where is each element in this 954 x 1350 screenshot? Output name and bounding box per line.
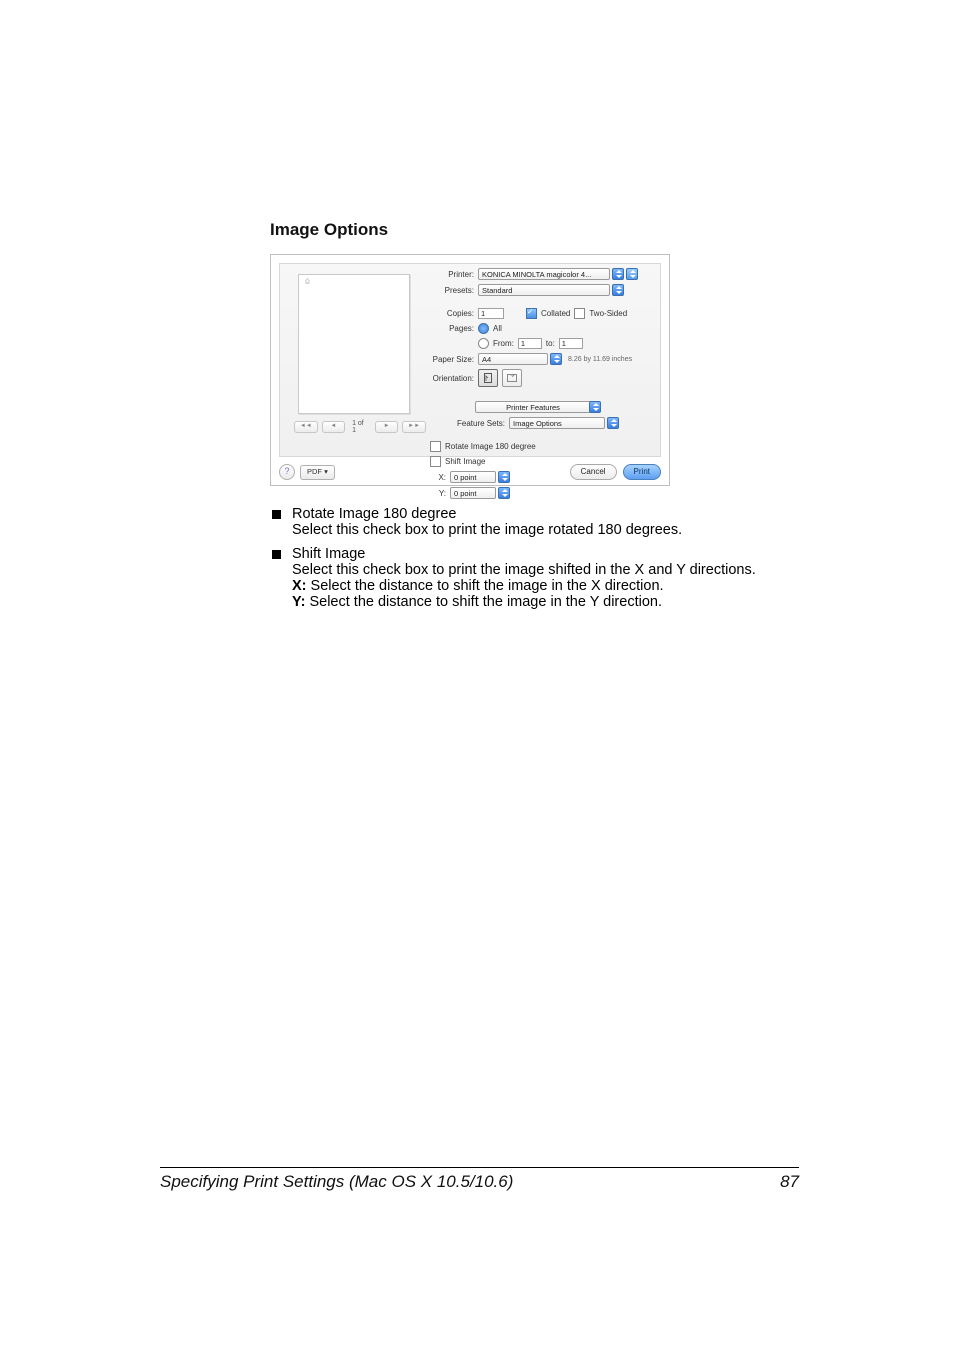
- last-page-button[interactable]: ►►: [402, 421, 426, 433]
- print-dialog: ⎙ ◄◄ ◄ 1 of 1 ► ►► Printer: KONICA MINOL…: [270, 254, 670, 486]
- next-page-button[interactable]: ►: [375, 421, 399, 433]
- x-bold: X:: [292, 578, 307, 594]
- rotate-checkbox[interactable]: [430, 441, 441, 452]
- y-bold: Y:: [292, 594, 305, 610]
- chevron-updown-icon[interactable]: [612, 268, 624, 280]
- print-button[interactable]: Print: [623, 464, 661, 480]
- chevron-updown-icon[interactable]: [550, 353, 562, 365]
- rotate-item-title: Rotate Image 180 degree: [292, 506, 456, 522]
- page-count-label: 1 of 1: [349, 420, 371, 434]
- paper-size-label: Paper Size:: [422, 355, 474, 364]
- feature-sets-select[interactable]: Image Options: [509, 417, 605, 429]
- pages-to-field[interactable]: 1: [559, 338, 583, 349]
- two-sided-checkbox[interactable]: [574, 308, 585, 319]
- chevron-updown-icon[interactable]: [498, 487, 510, 499]
- y-select[interactable]: 0 point: [450, 487, 496, 499]
- y-label: Y:: [436, 489, 446, 498]
- chevron-updown-icon[interactable]: [589, 401, 601, 413]
- rotate-item-desc: Select this check box to print the image…: [292, 522, 682, 538]
- settings-pane: Printer: KONICA MINOLTA magicolor 4... P…: [422, 264, 660, 456]
- collated-checkbox[interactable]: [526, 308, 537, 319]
- shift-item-desc: Select this check box to print the image…: [292, 562, 756, 578]
- dialog-footer: ? PDF ▾ Cancel Print: [279, 464, 661, 480]
- paper-size-dims: 8.26 by 11.69 inches: [568, 356, 632, 363]
- collated-label: Collated: [541, 309, 570, 318]
- printer-label: Printer:: [422, 270, 474, 279]
- panel-select[interactable]: Printer Features: [475, 401, 591, 413]
- orientation-landscape-button[interactable]: [502, 369, 522, 387]
- shift-x-desc: Select the distance to shift the image i…: [311, 578, 664, 594]
- paper-size-select[interactable]: A4: [478, 353, 548, 365]
- pages-label: Pages:: [422, 324, 474, 333]
- page-footer: Specifying Print Settings (Mac OS X 10.5…: [160, 1167, 799, 1192]
- pdf-button[interactable]: PDF ▾: [300, 465, 335, 480]
- pages-to-label: to:: [546, 339, 555, 348]
- printer-status-icon[interactable]: [626, 268, 638, 280]
- presets-select[interactable]: Standard: [478, 284, 610, 296]
- shift-y-desc: Select the distance to shift the image i…: [309, 594, 662, 610]
- pages-all-label: All: [493, 324, 502, 333]
- presets-label: Presets:: [422, 286, 474, 295]
- cancel-button[interactable]: Cancel: [570, 464, 617, 480]
- orientation-label: Orientation:: [422, 374, 474, 383]
- pages-all-radio[interactable]: [478, 323, 489, 334]
- chevron-updown-icon[interactable]: [607, 417, 619, 429]
- chevron-updown-icon[interactable]: [612, 284, 624, 296]
- shift-item-title: Shift Image: [292, 546, 365, 562]
- two-sided-label: Two-Sided: [589, 309, 627, 318]
- pages-from-field[interactable]: 1: [518, 338, 542, 349]
- footer-page: 87: [780, 1172, 799, 1192]
- footer-title: Specifying Print Settings (Mac OS X 10.5…: [160, 1172, 513, 1192]
- printer-select[interactable]: KONICA MINOLTA magicolor 4...: [478, 268, 610, 280]
- dialog-inner: ⎙ ◄◄ ◄ 1 of 1 ► ►► Printer: KONICA MINOL…: [279, 263, 661, 457]
- section-title: Image Options: [270, 220, 799, 240]
- feature-sets-label: Feature Sets:: [457, 419, 505, 428]
- prev-page-button[interactable]: ◄: [322, 421, 346, 433]
- copies-label: Copies:: [422, 309, 474, 318]
- preview-nav: ◄◄ ◄ 1 of 1 ► ►►: [294, 420, 426, 434]
- help-button[interactable]: ?: [279, 464, 295, 480]
- pages-range-radio[interactable]: [478, 338, 489, 349]
- copies-field[interactable]: 1: [478, 308, 504, 319]
- preview-mark: ⎙: [305, 279, 310, 286]
- preview-thumb: ⎙: [298, 274, 410, 414]
- rotate-label: Rotate Image 180 degree: [445, 442, 536, 451]
- first-page-button[interactable]: ◄◄: [294, 421, 318, 433]
- pages-from-label: From:: [493, 339, 514, 348]
- preview-pane: ⎙ ◄◄ ◄ 1 of 1 ► ►►: [280, 264, 422, 456]
- body-text: Rotate Image 180 degree Select this chec…: [270, 506, 799, 610]
- orientation-portrait-button[interactable]: [478, 369, 498, 387]
